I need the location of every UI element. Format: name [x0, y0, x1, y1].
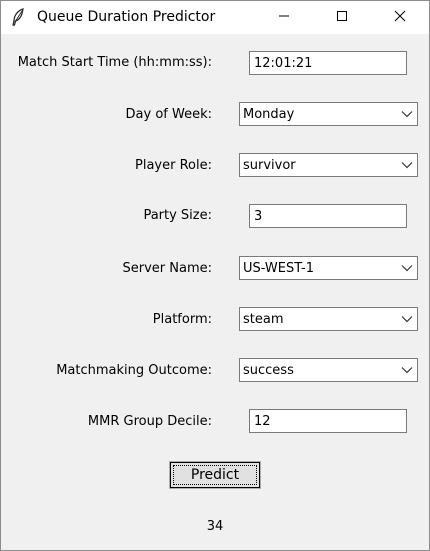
minimize-icon [278, 10, 290, 26]
close-button[interactable] [377, 1, 423, 34]
server-name-value: US-WEST-1 [243, 260, 314, 276]
match-start-time-input[interactable] [249, 51, 407, 75]
close-icon [394, 10, 406, 26]
platform-label: Platform: [152, 312, 212, 327]
chevron-down-icon[interactable] [397, 308, 417, 330]
player-role-label: Player Role: [135, 158, 212, 173]
chevron-down-icon[interactable] [397, 103, 417, 125]
chevron-down-icon[interactable] [397, 154, 417, 176]
window-title: Queue Duration Predictor [37, 9, 216, 25]
server-name-label: Server Name: [122, 261, 213, 276]
chevron-down-icon[interactable] [397, 257, 417, 279]
player-role-value: survivor [243, 157, 296, 173]
party-size-label: Party Size: [143, 208, 212, 223]
matchmaking-outcome-label: Matchmaking Outcome: [56, 363, 212, 378]
party-size-input[interactable] [249, 204, 407, 228]
mmr-group-decile-label: MMR Group Decile: [87, 414, 212, 429]
platform-value: steam [243, 311, 284, 327]
match-start-time-label: Match Start Time (hh:mm:ss): [17, 55, 212, 70]
feather-icon [11, 8, 25, 26]
server-name-dropdown[interactable]: US-WEST-1 [239, 256, 418, 280]
title-bar[interactable]: Queue Duration Predictor [1, 1, 429, 34]
predict-button-label: Predict [190, 467, 240, 483]
day-of-week-dropdown[interactable]: Monday [239, 102, 418, 126]
maximize-icon [336, 10, 348, 26]
chevron-down-icon[interactable] [397, 359, 417, 381]
day-of-week-value: Monday [243, 106, 295, 122]
player-role-dropdown[interactable]: survivor [239, 153, 418, 177]
maximize-button[interactable] [319, 1, 365, 34]
app-window: Queue Duration Predictor Match Start Tim… [0, 0, 430, 551]
platform-dropdown[interactable]: steam [239, 307, 418, 331]
day-of-week-label: Day of Week: [125, 107, 212, 122]
mmr-group-decile-input[interactable] [249, 409, 407, 433]
predict-button[interactable]: Predict [169, 461, 261, 489]
matchmaking-outcome-dropdown[interactable]: success [239, 358, 418, 382]
minimize-button[interactable] [261, 1, 307, 34]
prediction-result: 34 [206, 519, 224, 534]
matchmaking-outcome-value: success [243, 362, 294, 378]
